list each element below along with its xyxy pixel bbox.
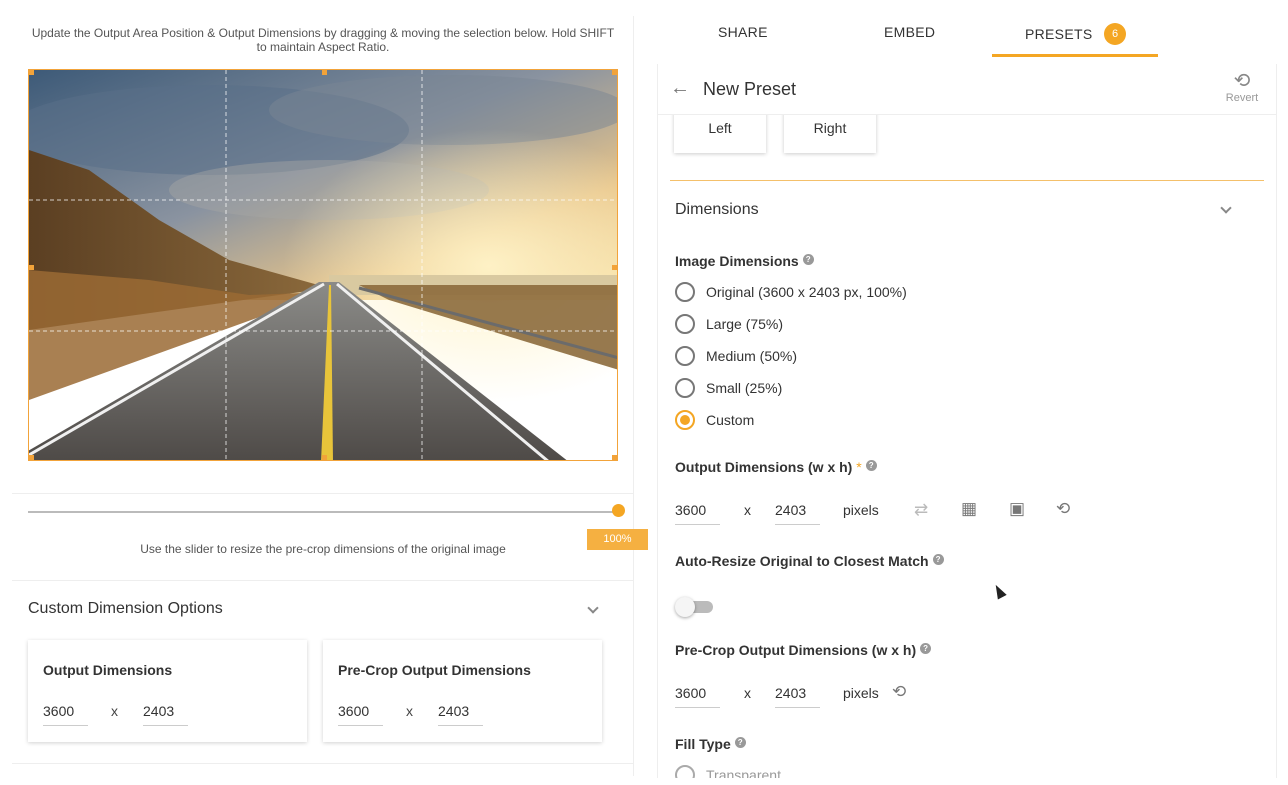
required-mark: *	[856, 459, 862, 475]
unit-label: pixels	[843, 502, 879, 518]
auto-resize-toggle[interactable]	[675, 597, 713, 617]
divider	[12, 763, 634, 764]
output-dimensions-label: Output Dimensions (w x h) *?	[675, 459, 877, 475]
precrop-dimensions-label: Pre-Crop Output Dimensions (w x h)?	[675, 642, 932, 658]
slider-track[interactable]	[28, 511, 618, 513]
output-height-field[interactable]: 2403	[143, 703, 188, 726]
crop-handle-bottom[interactable]	[322, 455, 327, 460]
output-width-input[interactable]: 3600	[675, 502, 720, 525]
output-dimensions-card: Output Dimensions 3600 x 2403	[28, 640, 307, 742]
revert-label: Revert	[1225, 92, 1259, 104]
revert-icon: ⟲	[1233, 70, 1251, 92]
precrop-height-input[interactable]: 2403	[775, 685, 820, 708]
help-icon[interactable]: ?	[802, 254, 814, 265]
swap-icon[interactable]: ⇄	[914, 500, 928, 520]
auto-resize-label: Auto-Resize Original to Closest Match?	[675, 553, 944, 569]
crop-editor-panel: Update the Output Area Position & Output…	[12, 16, 648, 776]
dimensions-section-header[interactable]: Dimensions	[675, 201, 759, 219]
radio-label: Large (75%)	[706, 316, 784, 332]
custom-dimension-options-header[interactable]: Custom Dimension Options	[28, 600, 223, 618]
x-separator: x	[406, 703, 413, 719]
fill-type-label: Fill Type?	[675, 736, 746, 752]
precrop-dimensions-card: Pre-Crop Output Dimensions 3600 x 2403	[323, 640, 602, 742]
radio-label: Transparent	[706, 767, 781, 778]
radio-label: Original (3600 x 2403 px, 100%)	[706, 284, 907, 300]
toggle-thumb	[675, 597, 695, 617]
active-tab-indicator	[992, 54, 1158, 57]
radio-label: Medium (50%)	[706, 348, 798, 364]
x-separator: x	[744, 685, 751, 701]
presets-count-badge: 6	[1104, 23, 1126, 45]
crop-handle-top-left[interactable]	[29, 70, 34, 75]
road-photo	[29, 70, 617, 460]
chevron-down-icon[interactable]	[1220, 202, 1232, 214]
revert-button[interactable]: ⟲ Revert	[1220, 70, 1264, 104]
x-separator: x	[744, 502, 751, 518]
preset-editor-panel: ← New Preset ⟲ Revert Left Right Dimensi…	[657, 64, 1277, 778]
fit-icon[interactable]: ▦	[961, 499, 977, 519]
label-text: Pre-Crop Output Dimensions (w x h)	[675, 642, 917, 658]
label-text: Fill Type	[675, 736, 731, 752]
radio-button[interactable]	[675, 314, 695, 334]
unit-label: pixels	[843, 685, 879, 701]
output-height-input[interactable]: 2403	[775, 502, 820, 525]
section-divider	[670, 180, 1264, 181]
radio-button[interactable]	[675, 378, 695, 398]
tab-share[interactable]: SHARE	[718, 24, 768, 40]
crop-handle-bottom-right[interactable]	[612, 455, 617, 460]
preset-title: New Preset	[703, 79, 797, 99]
help-icon[interactable]: ?	[920, 643, 932, 654]
chevron-down-icon[interactable]	[587, 602, 599, 614]
radio-label: Small (25%)	[706, 380, 783, 396]
radio-button[interactable]	[675, 282, 695, 302]
label-text: Auto-Resize Original to Closest Match	[675, 553, 929, 569]
tab-embed[interactable]: EMBED	[884, 24, 935, 40]
radio-button[interactable]	[675, 765, 695, 778]
tab-presets[interactable]: PRESETS	[1025, 26, 1092, 42]
x-separator: x	[111, 703, 118, 719]
crop-instruction: Update the Output Area Position & Output…	[31, 26, 615, 54]
slider-thumb[interactable]	[611, 504, 625, 517]
label-text: Image Dimensions	[675, 253, 799, 269]
reset-icon[interactable]: ⟲	[892, 682, 906, 702]
crop-handle-bottom-left[interactable]	[29, 455, 34, 460]
card-title: Output Dimensions	[43, 662, 173, 678]
precrop-width-field[interactable]: 3600	[338, 703, 383, 726]
radio-button-selected[interactable]	[675, 410, 695, 430]
crop-selection-image[interactable]	[28, 69, 618, 461]
label-text: Output Dimensions (w x h)	[675, 459, 853, 475]
help-icon[interactable]: ?	[865, 460, 877, 471]
preset-header: ← New Preset ⟲ Revert	[658, 64, 1276, 115]
precrop-height-field[interactable]: 2403	[438, 703, 483, 726]
crop-handle-left[interactable]	[29, 265, 34, 270]
radio-label: Custom	[706, 412, 755, 428]
slider-note: Use the slider to resize the pre-crop di…	[140, 542, 506, 556]
expand-icon[interactable]: ▣	[1009, 499, 1025, 519]
back-arrow-icon[interactable]: ←	[670, 78, 690, 98]
radio-button[interactable]	[675, 346, 695, 366]
precrop-width-input[interactable]: 3600	[675, 685, 720, 708]
crop-handle-top-right[interactable]	[612, 70, 617, 75]
help-icon[interactable]: ?	[734, 737, 746, 748]
crop-handle-right[interactable]	[612, 265, 617, 270]
image-dimensions-label: Image Dimensions?	[675, 253, 814, 269]
output-width-field[interactable]: 3600	[43, 703, 88, 726]
crop-handle-top[interactable]	[322, 70, 327, 75]
help-icon[interactable]: ?	[932, 554, 944, 565]
card-title: Pre-Crop Output Dimensions	[338, 662, 531, 678]
resize-slider-section: 100% Use the slider to resize the pre-cr…	[12, 493, 648, 581]
reset-icon[interactable]: ⟲	[1056, 499, 1070, 519]
